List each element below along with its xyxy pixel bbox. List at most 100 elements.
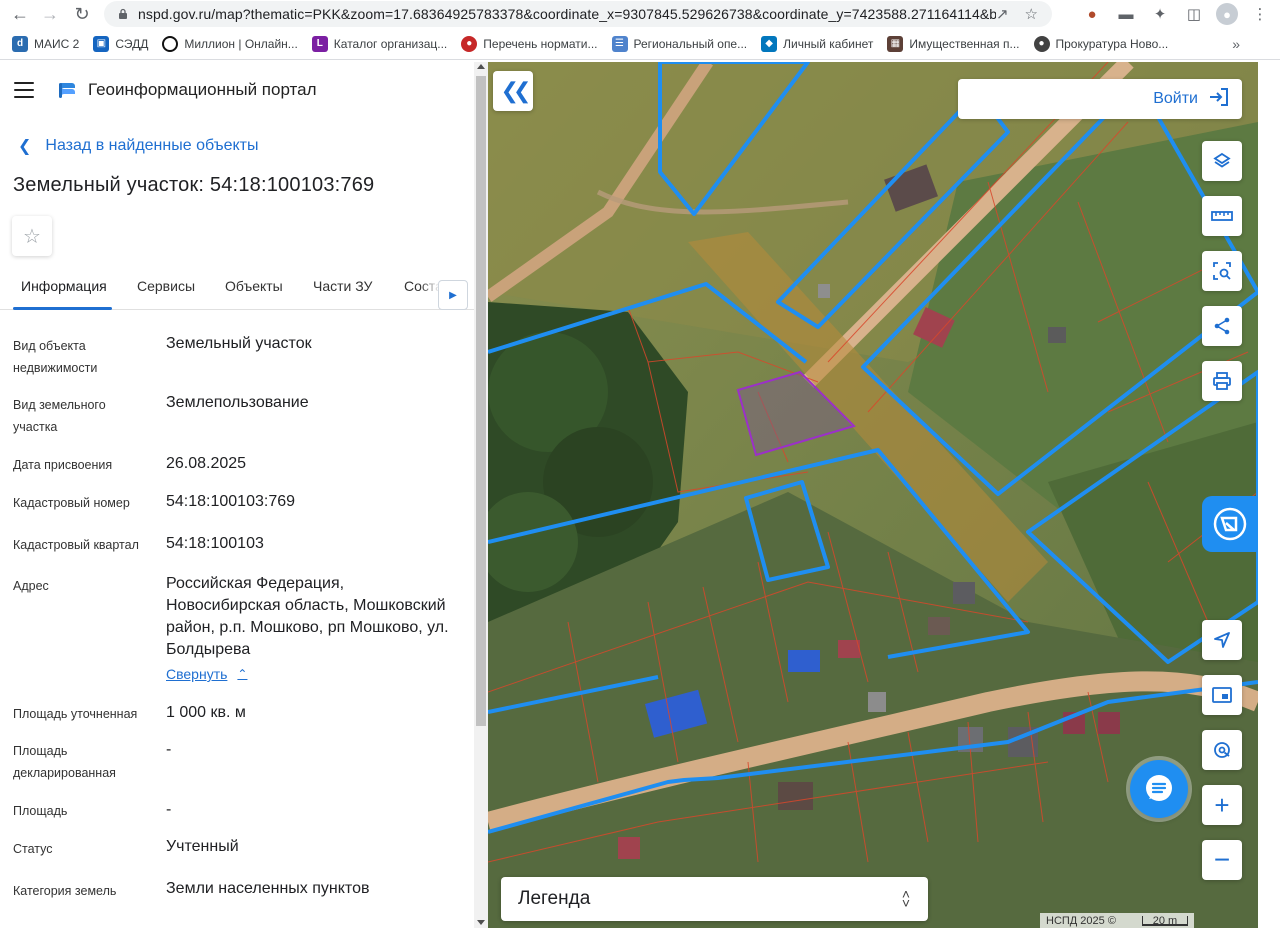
extension-icon[interactable]: ● xyxy=(1080,2,1104,26)
bookmark-label: Личный кабинет xyxy=(783,36,874,51)
cadastral-number-value: 54:18:100103:769 xyxy=(166,493,296,510)
feedback-side-tab[interactable] xyxy=(1202,496,1258,552)
browser-toolbar: ← → ↻ nspd.gov.ru/map?thematic=PKK&zoom=… xyxy=(0,0,1280,28)
scrollbar-thumb[interactable] xyxy=(476,76,486,726)
url-text[interactable]: nspd.gov.ru/map?thematic=PKK&zoom=17.683… xyxy=(138,6,996,22)
address-value: Российская Федерация, Новосибирская обла… xyxy=(166,575,449,658)
bookmark-item[interactable]: Миллион | Онлайн... xyxy=(162,35,298,52)
collapse-panel-button[interactable]: ❮❮ xyxy=(493,71,533,111)
select-area-button[interactable] xyxy=(1202,251,1242,291)
panel-scrollbar[interactable] xyxy=(474,62,488,928)
bookmark-item[interactable]: ● Перечень нормати... xyxy=(461,35,598,52)
field-label: Статус xyxy=(13,842,53,856)
bookmarks-more-button[interactable]: » xyxy=(1232,36,1240,52)
forward-arrow-icon[interactable]: → xyxy=(36,0,64,28)
bookmark-item[interactable]: d МАИС 2 xyxy=(12,35,80,52)
bookmark-item[interactable]: ◆ Личный кабинет xyxy=(761,35,874,52)
back-link-label: Назад в найденные объекты xyxy=(45,137,259,154)
locate-me-button[interactable] xyxy=(1202,620,1242,660)
map-attribution: НСПД 2025 © 20 m xyxy=(1040,913,1194,928)
puzzle-icon[interactable]: ✦ xyxy=(1148,2,1172,26)
app-header: Геоинформационный портал xyxy=(0,62,474,118)
bookmark-item[interactable]: ☰ Региональный опе... xyxy=(611,35,747,52)
back-arrow-icon[interactable]: ← xyxy=(6,0,34,28)
chat-button[interactable] xyxy=(1130,760,1188,818)
field-label: Вид объекта недвижимости xyxy=(13,339,98,375)
field-value: - xyxy=(166,801,172,818)
tabs-scroll-right-button[interactable]: ▶ xyxy=(438,280,468,310)
login-arrow-icon xyxy=(1208,87,1230,112)
address-bar[interactable]: nspd.gov.ru/map?thematic=PKK&zoom=17.683… xyxy=(104,1,1052,27)
object-title: Земельный участок: 54:18:100103:769 xyxy=(13,174,375,196)
field-label: Площадь xyxy=(13,804,68,818)
scroll-down-arrow-icon[interactable] xyxy=(477,920,485,925)
field-value: - xyxy=(166,741,172,758)
share-button[interactable] xyxy=(1202,306,1242,346)
back-to-results-link[interactable]: ❮ Назад в найденные объекты xyxy=(18,136,259,156)
navigation-arrow-icon xyxy=(1214,632,1230,648)
field-value: Земельный участок xyxy=(166,335,312,352)
plus-icon: + xyxy=(1214,790,1230,820)
side-panel-icon[interactable]: ◫ xyxy=(1182,2,1206,26)
bookmark-label: МАИС 2 xyxy=(34,36,80,51)
bookmark-label: Прокуратура Ново... xyxy=(1055,36,1169,51)
scroll-up-arrow-icon[interactable] xyxy=(477,64,485,69)
active-tab-indicator xyxy=(13,307,112,310)
reload-icon[interactable]: ↻ xyxy=(68,0,96,28)
field-value: Землепользование xyxy=(166,394,309,411)
bookmark-item[interactable]: ▣ СЭДД xyxy=(93,35,148,52)
tab-information[interactable]: Информация xyxy=(21,278,107,294)
field-label: Кадастровый квартал xyxy=(13,538,139,552)
field-label: Площадь уточненная xyxy=(13,707,138,721)
menu-kebab-icon[interactable]: ⋮ xyxy=(1248,2,1272,26)
scale-bar: 20 m xyxy=(1141,915,1188,926)
minimap-button[interactable] xyxy=(1202,675,1242,715)
bookmark-favicon xyxy=(162,35,179,52)
extension-hat-icon[interactable]: ▬ xyxy=(1114,2,1138,26)
expand-collapse-icon[interactable]: ˄ ˅ xyxy=(902,887,910,910)
land-category-value: Земли населенных пунктов xyxy=(166,880,370,897)
tab-objects[interactable]: Объекты xyxy=(225,278,283,294)
bookmark-item[interactable]: ● Прокуратура Ново... xyxy=(1033,35,1169,52)
bookmark-item[interactable]: L Каталог организац... xyxy=(311,35,447,52)
tab-services[interactable]: Сервисы xyxy=(137,278,195,294)
legend-panel[interactable]: Легенда ˄ ˅ xyxy=(501,877,928,921)
bookmark-favicon: ● xyxy=(461,35,478,52)
portal-logo-icon xyxy=(59,83,75,98)
tab-land-parts[interactable]: Части ЗУ xyxy=(313,278,372,294)
field-label: Площадь декларированная xyxy=(13,744,116,780)
coordinates-button[interactable] xyxy=(1202,730,1242,770)
layers-button[interactable] xyxy=(1202,141,1242,181)
collapse-address-link[interactable]: Свернуть ⌃ xyxy=(166,666,247,682)
minimap-icon xyxy=(1212,687,1232,703)
legend-title: Легенда xyxy=(518,888,591,909)
share-page-icon[interactable]: ↗ xyxy=(996,5,1009,23)
bookmark-favicon: ◆ xyxy=(761,35,778,52)
profile-avatar[interactable]: ● xyxy=(1216,3,1238,25)
favorite-star-button[interactable]: ☆ xyxy=(12,216,52,256)
bookmarks-bar: d МАИС 2 ▣ СЭДД Миллион | Онлайн... L Катал… xyxy=(0,28,1280,60)
login-label: Войти xyxy=(1153,90,1198,107)
star-icon: ☆ xyxy=(23,225,41,248)
field-label: Адрес xyxy=(13,579,49,593)
layers-icon xyxy=(1213,152,1231,168)
lock-icon[interactable] xyxy=(116,7,130,21)
print-button[interactable] xyxy=(1202,361,1242,401)
field-value: 26.08.2025 xyxy=(166,455,247,472)
zoom-in-button[interactable]: + xyxy=(1202,785,1242,825)
bookmark-favicon: ● xyxy=(1033,35,1050,52)
field-label: Дата присвоения xyxy=(13,458,113,472)
field-label: Категория земель xyxy=(13,884,117,898)
bookmark-label: Миллион | Онлайн... xyxy=(184,36,298,51)
minus-icon: − xyxy=(1213,844,1231,875)
measure-ruler-button[interactable] xyxy=(1202,196,1242,236)
field-label: Вид земельного участка xyxy=(13,398,106,434)
bookmark-star-icon[interactable]: ☆ xyxy=(1025,5,1038,23)
map-right-edge xyxy=(1258,62,1280,928)
zoom-out-button[interactable]: − xyxy=(1202,840,1242,880)
login-button[interactable]: Войти xyxy=(958,79,1242,119)
share-icon xyxy=(1214,317,1230,335)
hamburger-menu-icon[interactable] xyxy=(14,82,34,98)
chat-bubble-icon xyxy=(1146,775,1172,801)
bookmark-item[interactable]: ▦ Имущественная п... xyxy=(887,35,1020,52)
